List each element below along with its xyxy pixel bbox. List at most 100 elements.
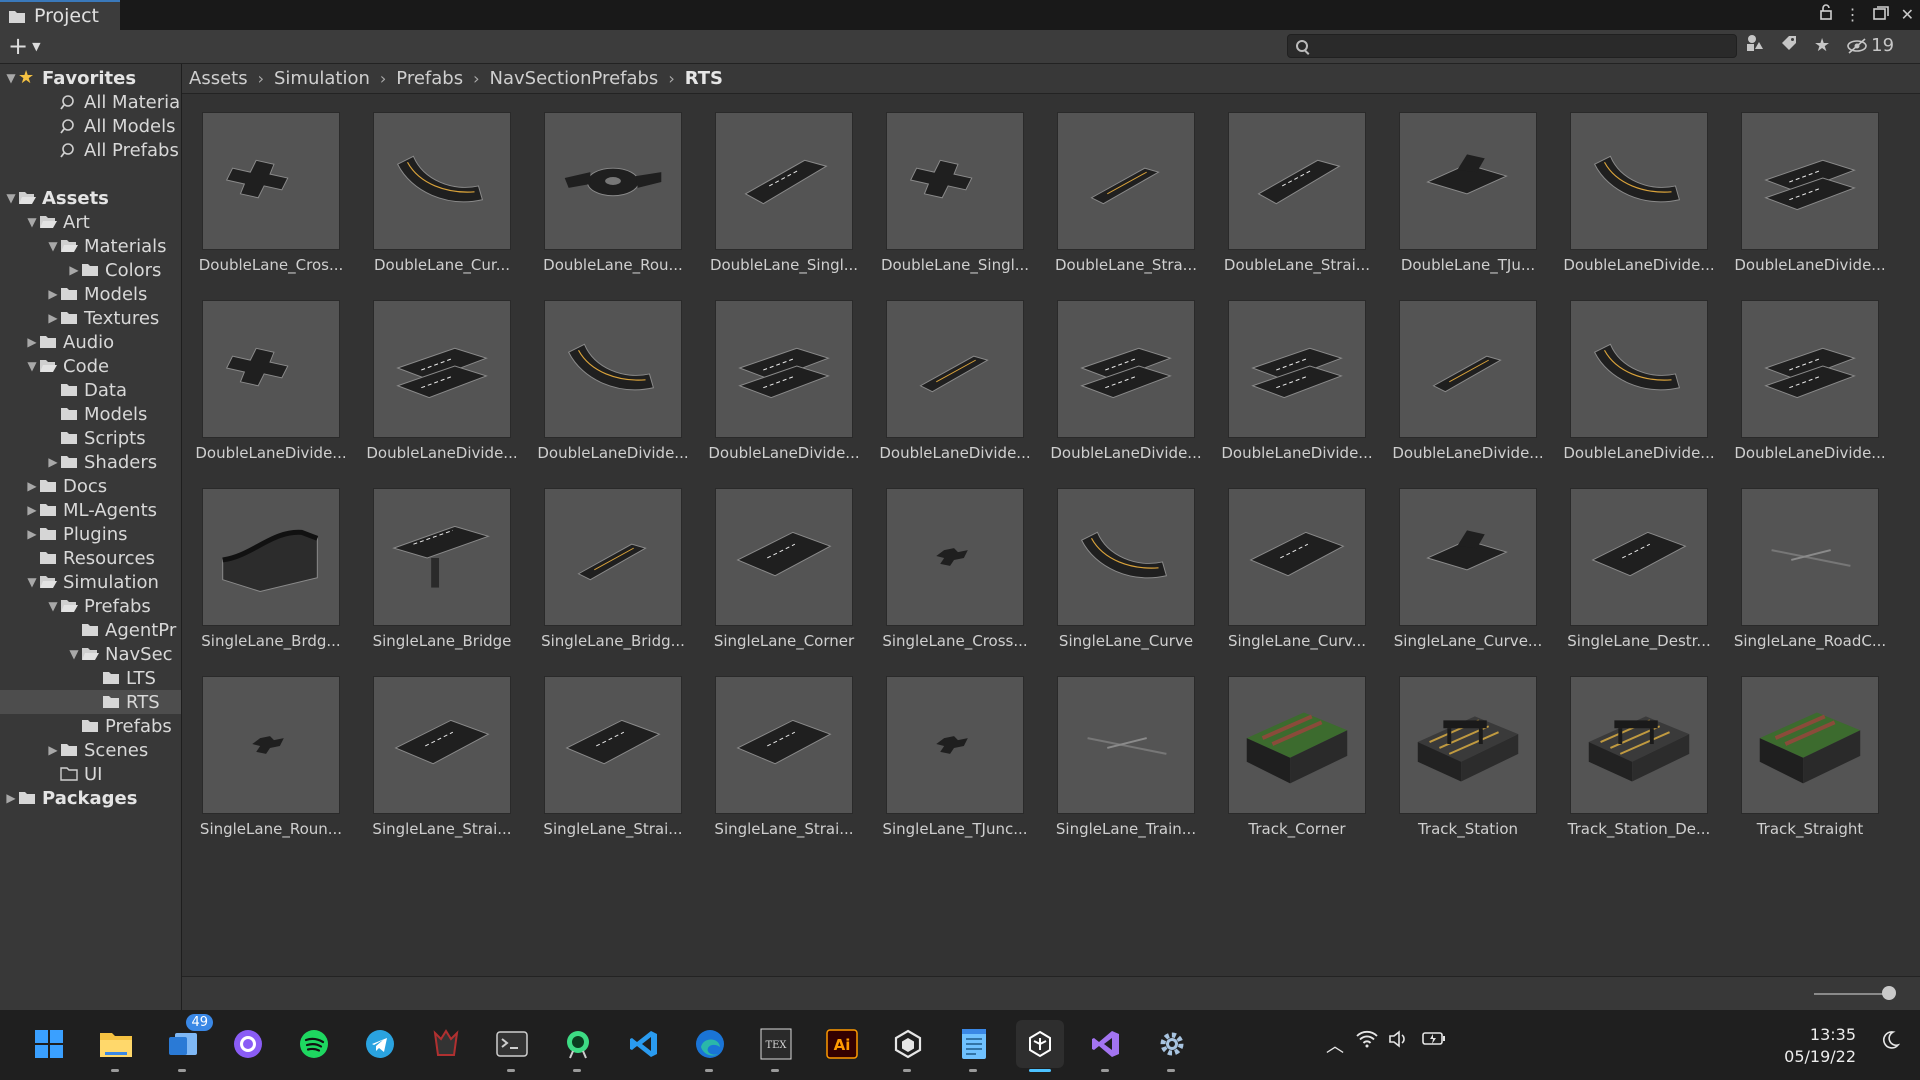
tree-item-plugins[interactable]: ▶ Plugins <box>0 522 181 546</box>
asset-thumbnail[interactable] <box>373 112 511 250</box>
asset-item[interactable]: DoubleLaneDivide... <box>1048 282 1202 462</box>
asset-item[interactable]: DoubleLaneDivide... <box>535 282 689 462</box>
search-by-type-icon[interactable] <box>1746 34 1764 57</box>
asset-item[interactable]: Track_Straight <box>1732 658 1882 838</box>
chevron-right-icon[interactable]: ▶ <box>46 455 60 469</box>
thumbnail-size-slider-handle[interactable] <box>1882 986 1896 1000</box>
asset-item[interactable]: DoubleLaneDivide... <box>1390 282 1544 462</box>
asset-item[interactable]: SingleLane_Roun... <box>193 658 343 838</box>
asset-thumbnail[interactable] <box>1399 488 1537 626</box>
asset-item[interactable]: SingleLane_Curve <box>1048 470 1198 650</box>
thumbnail-size-slider-track[interactable] <box>1814 993 1890 995</box>
chevron-right-icon[interactable]: ▶ <box>25 335 39 349</box>
tree-item-scenes[interactable]: ▶ Scenes <box>0 738 181 762</box>
asset-thumbnail[interactable] <box>544 300 682 438</box>
asset-thumbnail[interactable] <box>1228 488 1366 626</box>
asset-thumbnail[interactable] <box>202 112 340 250</box>
asset-thumbnail[interactable] <box>202 300 340 438</box>
asset-item[interactable]: DoubleLane_Stra... <box>1048 94 1198 274</box>
chevron-right-icon[interactable]: ▶ <box>67 263 81 277</box>
texmaker-icon[interactable]: TEX <box>752 1020 800 1072</box>
asset-thumbnail[interactable] <box>373 488 511 626</box>
asset-thumbnail[interactable] <box>1228 112 1366 250</box>
asset-item[interactable]: SingleLane_Train... <box>1048 658 1198 838</box>
breadcrumb-item[interactable]: RTS <box>685 68 723 89</box>
chevron-right-icon[interactable]: ▶ <box>46 287 60 301</box>
asset-thumbnail[interactable] <box>1057 676 1195 814</box>
asset-thumbnail[interactable] <box>373 300 511 438</box>
asset-thumbnail[interactable] <box>544 112 682 250</box>
tree-item-prefabs[interactable]: Prefabs <box>0 714 181 738</box>
tree-item-assets[interactable]: ▼ Assets <box>0 186 181 210</box>
edge-icon[interactable] <box>686 1020 734 1072</box>
tree-item-all-materials[interactable]: All Materials <box>0 90 181 114</box>
chevron-right-icon[interactable]: ▶ <box>25 503 39 517</box>
asset-item[interactable]: DoubleLaneDivide... <box>364 282 518 462</box>
chevron-right-icon[interactable]: ▶ <box>46 311 60 325</box>
chevron-down-icon[interactable]: ▼ <box>25 575 39 589</box>
tree-item-docs[interactable]: ▶ Docs <box>0 474 181 498</box>
asset-thumbnail[interactable] <box>1741 488 1879 626</box>
chevron-down-icon[interactable]: ▼ <box>25 359 39 373</box>
chevron-right-icon[interactable]: ▶ <box>4 791 18 805</box>
asset-item[interactable]: DoubleLaneDivide... <box>1219 282 1373 462</box>
asset-item[interactable]: SingleLane_Brdg... <box>193 470 343 650</box>
asset-thumbnail[interactable] <box>1057 488 1195 626</box>
notification-moon-icon[interactable] <box>1880 1030 1901 1054</box>
android-studio-icon[interactable] <box>554 1020 602 1072</box>
asset-thumbnail[interactable] <box>1399 300 1537 438</box>
asset-thumbnail[interactable] <box>373 676 511 814</box>
asset-item[interactable]: DoubleLane_Strai... <box>1219 94 1370 274</box>
create-asset-button[interactable]: + ▼ <box>8 33 41 59</box>
chevron-down-icon[interactable]: ▼ <box>46 239 60 253</box>
asset-thumbnail[interactable] <box>1057 112 1195 250</box>
file-explorer-icon[interactable] <box>92 1020 140 1072</box>
tree-item-agentpr[interactable]: AgentPr <box>0 618 181 642</box>
show-hidden-icons-chevron[interactable]: ︿ <box>1326 1032 1344 1058</box>
asset-thumbnail[interactable] <box>1228 676 1366 814</box>
tree-item-shaders[interactable]: ▶ Shaders <box>0 450 181 474</box>
tree-item-simulation[interactable]: ▼ Simulation <box>0 570 181 594</box>
asset-item[interactable]: DoubleLaneDivide... <box>1732 282 1886 462</box>
asset-item[interactable]: DoubleLaneDivide... <box>1561 94 1715 274</box>
project-tab[interactable]: Project <box>0 0 120 30</box>
asset-item[interactable]: SingleLane_Strai... <box>706 658 856 838</box>
asset-item[interactable]: SingleLane_Strai... <box>364 658 514 838</box>
asset-item[interactable]: SingleLane_RoadC... <box>1732 470 1886 650</box>
tree-item-audio[interactable]: ▶ Audio <box>0 330 181 354</box>
chevron-right-icon[interactable]: ▶ <box>46 743 60 757</box>
asset-thumbnail[interactable] <box>715 488 853 626</box>
breadcrumb-item[interactable]: Assets <box>189 68 248 89</box>
asset-item[interactable]: SingleLane_Bridge <box>364 470 514 650</box>
battery-charging-icon[interactable] <box>1422 1030 1446 1050</box>
tree-item-rts[interactable]: RTS <box>0 690 181 714</box>
telegram-icon[interactable] <box>356 1020 404 1068</box>
asset-thumbnail[interactable] <box>1741 676 1879 814</box>
wifi-icon[interactable] <box>1356 1030 1378 1052</box>
chevron-down-icon[interactable]: ▼ <box>46 599 60 613</box>
vscode-icon[interactable] <box>620 1020 668 1068</box>
asset-item[interactable]: SingleLane_Curv... <box>1219 470 1369 650</box>
tree-item-models[interactable]: ▶ Models <box>0 282 181 306</box>
notepad-icon[interactable] <box>950 1020 998 1072</box>
asset-thumbnail[interactable] <box>1399 676 1537 814</box>
chevron-right-icon[interactable]: ▶ <box>25 479 39 493</box>
asset-thumbnail[interactable] <box>715 300 853 438</box>
tree-item-navsec[interactable]: ▼ NavSec <box>0 642 181 666</box>
breadcrumb-item[interactable]: NavSectionPrefabs <box>490 68 659 89</box>
github-desktop-icon[interactable] <box>224 1020 272 1068</box>
spotify-icon[interactable] <box>290 1020 338 1068</box>
tree-item-packages[interactable]: ▶ Packages <box>0 786 181 810</box>
asset-thumbnail[interactable] <box>544 676 682 814</box>
asset-item[interactable]: Track_Station_De... <box>1561 658 1711 838</box>
tree-item-materials[interactable]: ▼ Materials <box>0 234 181 258</box>
asset-thumbnail[interactable] <box>202 488 340 626</box>
search-input[interactable] <box>1314 35 1728 59</box>
chevron-down-icon[interactable]: ▼ <box>67 647 81 661</box>
asset-thumbnail[interactable] <box>544 488 682 626</box>
asset-thumbnail[interactable] <box>1399 112 1537 250</box>
system-clock[interactable]: 13:35 05/19/22 <box>1784 1024 1856 1068</box>
lock-icon[interactable] <box>1819 4 1833 24</box>
asset-item[interactable]: SingleLane_Curve... <box>1390 470 1542 650</box>
volume-icon[interactable] <box>1388 1030 1410 1052</box>
